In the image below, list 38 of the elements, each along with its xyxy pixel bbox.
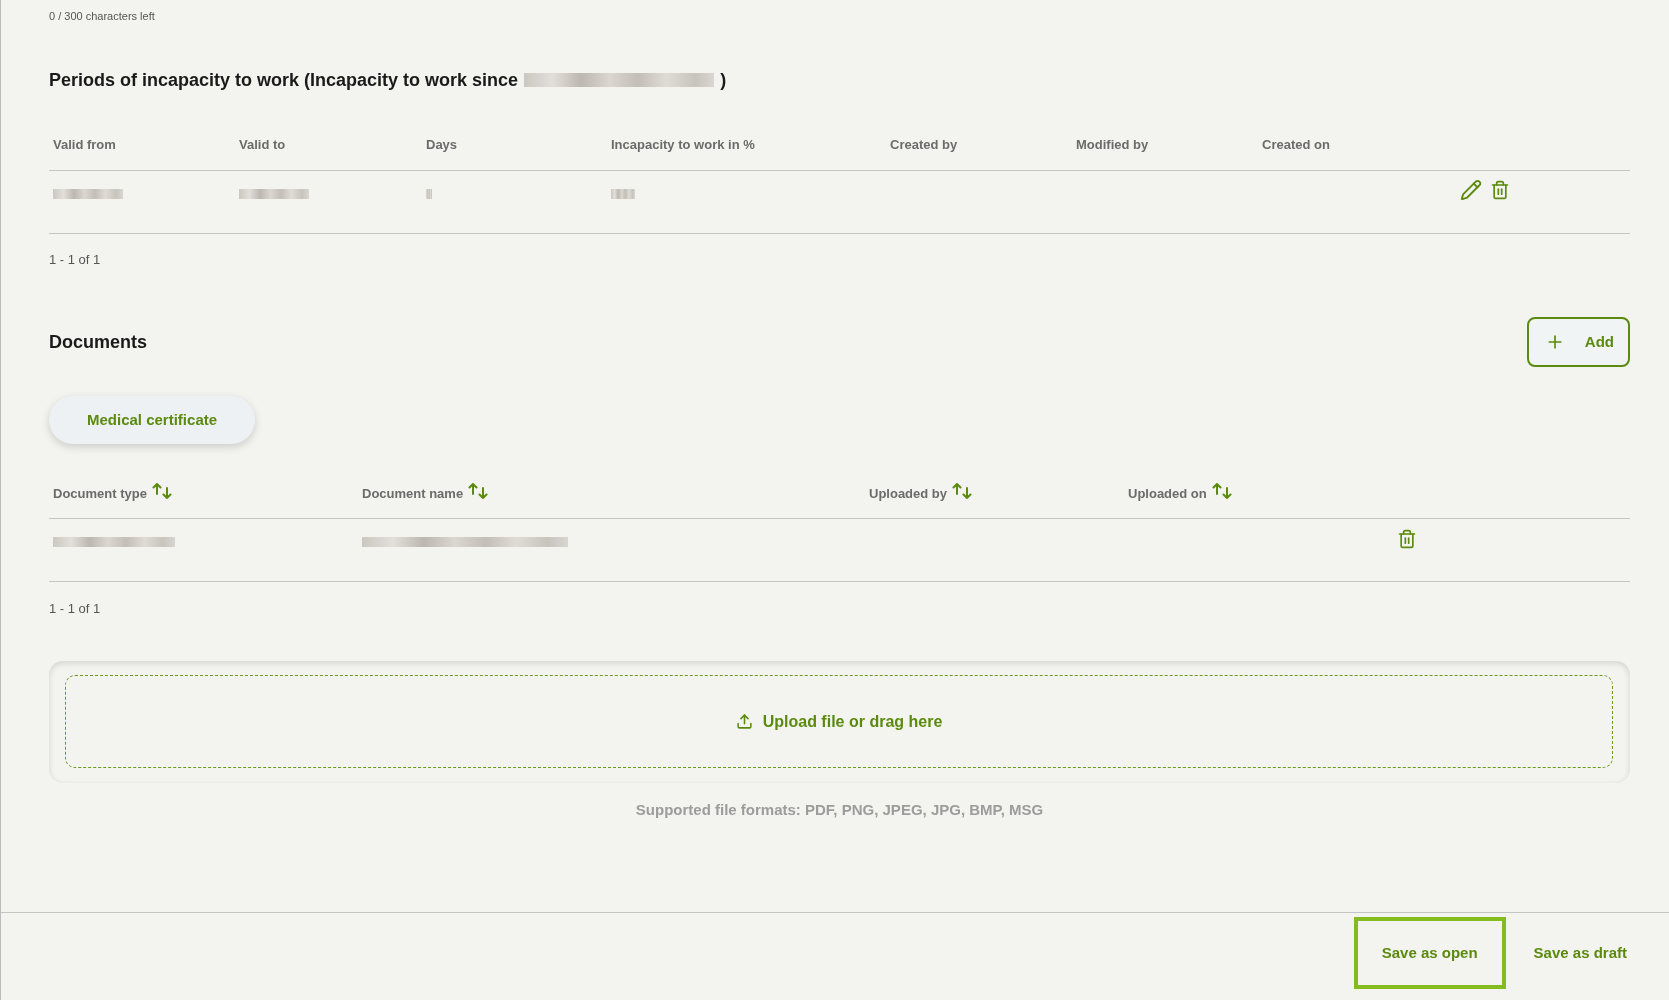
section-title: Periods of incapacity to work (Incapacity to work since xyxy=(49,69,519,92)
supported-formats-hint: Supported file formats: PDF, PNG, JPEG, JPG, BMP, MSG xyxy=(635,801,1044,819)
pencil-icon xyxy=(1460,179,1482,201)
sort-icon[interactable] xyxy=(151,483,172,499)
section-title: ) xyxy=(720,69,727,92)
redacted-text xyxy=(239,189,309,199)
pagination-info: 1 - 1 of 1 xyxy=(49,251,101,269)
sort-icon[interactable] xyxy=(1211,483,1232,499)
column-header: Created by xyxy=(890,136,958,154)
column-header: Days xyxy=(426,136,458,154)
column-header: Document type xyxy=(53,485,147,503)
column-header: Valid from xyxy=(53,136,116,154)
upload-dropzone[interactable]: Upload file or drag here xyxy=(65,675,1613,768)
edit-button[interactable] xyxy=(1460,179,1482,201)
sort-icon[interactable] xyxy=(468,483,489,499)
pagination-info: 1 - 1 of 1 xyxy=(49,600,101,618)
column-header: Incapacity to work in % xyxy=(611,136,755,154)
delete-button[interactable] xyxy=(1490,180,1510,200)
column-header: Created on xyxy=(1262,136,1330,154)
redacted-text xyxy=(611,189,635,199)
column-header: Uploaded by xyxy=(869,485,947,503)
character-counter: 0 / 300 characters left xyxy=(49,9,155,24)
column-header: Valid to xyxy=(239,136,286,154)
column-header: Modified by xyxy=(1076,136,1149,154)
redacted-text xyxy=(426,189,432,199)
redacted-text xyxy=(53,189,123,199)
footer-button[interactable]: Save as draft xyxy=(1505,917,1655,989)
upload-icon xyxy=(735,713,753,730)
trash-icon xyxy=(1397,529,1417,549)
footer-button[interactable]: Save as open xyxy=(1353,917,1506,989)
add-button[interactable]: Add xyxy=(1527,317,1630,367)
filter-chip[interactable]: Medical certificate xyxy=(49,396,256,444)
column-header: Uploaded on xyxy=(1128,485,1207,503)
column-header: Document name xyxy=(362,485,464,503)
trash-icon xyxy=(1490,180,1510,200)
section-title: Documents xyxy=(49,331,147,354)
sort-icon[interactable] xyxy=(952,483,972,499)
delete-button[interactable] xyxy=(1397,529,1417,549)
